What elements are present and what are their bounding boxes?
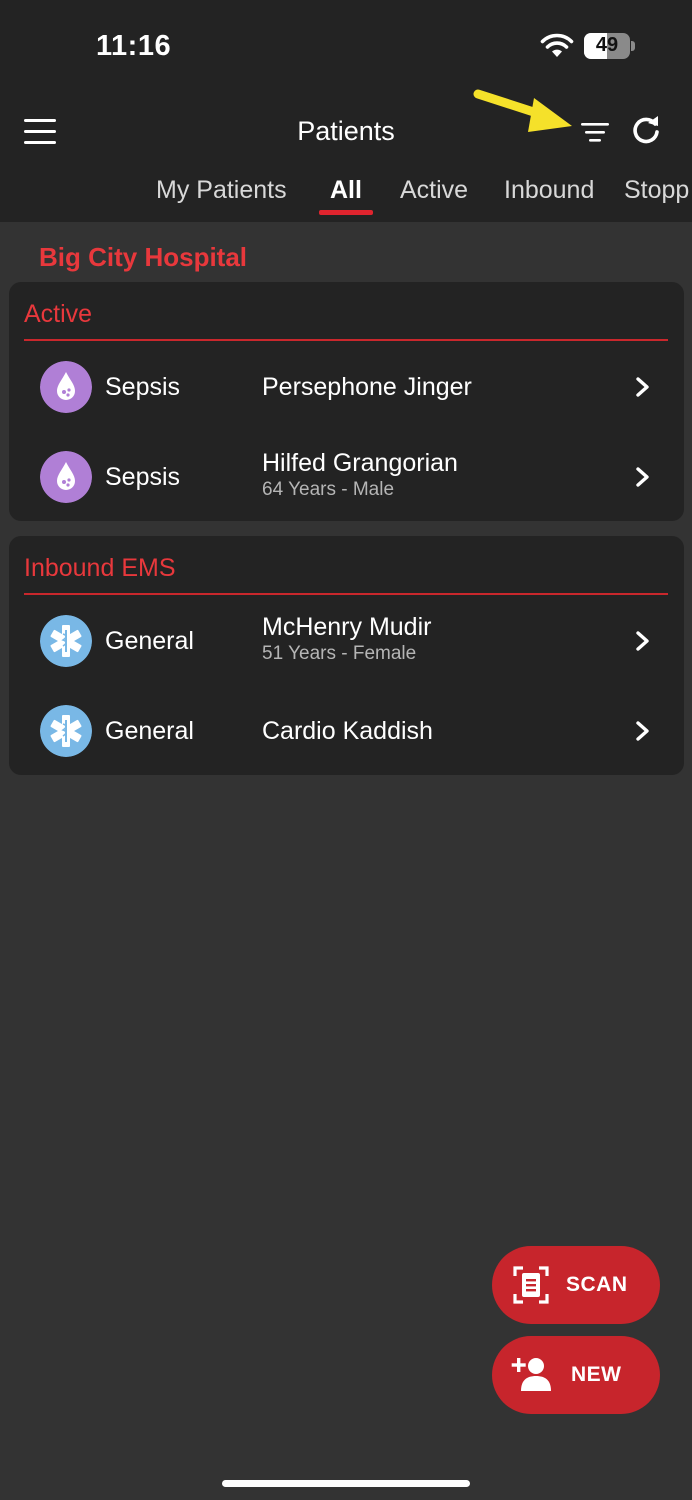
battery-icon: 49 [584,33,630,59]
patient-name: Hilfed Grangorian [262,449,458,477]
blood-drop-icon [40,451,92,503]
group-title: Active [24,300,93,328]
patient-type: General [105,627,194,655]
top-bar: 11:16 49 Patients My Patients All Active… [0,0,692,222]
tab-bar: My Patients All Active Inbound Stopp [0,170,692,222]
chevron-right-icon [636,377,649,397]
new-button-label: NEW [571,1363,622,1386]
patient-details: 51 Years - Female [262,643,417,664]
patient-group-active: Active Sepsis Persephone Jinger Sepsis H… [9,282,684,521]
selected-tab-indicator [319,210,373,215]
tab-all[interactable]: All [330,176,362,205]
scan-button[interactable]: SCAN [492,1246,660,1324]
patient-group-inbound-ems: Inbound EMS General McHenry Mudir 51 Yea… [9,536,684,775]
refresh-icon[interactable] [630,114,662,146]
star-of-life-icon [40,705,92,757]
tab-inbound[interactable]: Inbound [504,176,594,205]
battery-level: 49 [595,34,619,56]
patient-name: McHenry Mudir [262,613,432,641]
patient-name: Persephone Jinger [262,373,472,401]
patient-type: General [105,717,194,745]
battery-cap [631,41,635,51]
scan-button-label: SCAN [566,1273,628,1296]
star-of-life-icon [40,615,92,667]
tab-stopped[interactable]: Stopp [624,176,689,205]
add-user-icon [511,1358,551,1391]
status-time: 11:16 [96,30,172,62]
tab-my-patients[interactable]: My Patients [156,176,287,205]
chevron-right-icon [636,631,649,651]
group-divider [24,593,668,595]
patient-row[interactable]: Sepsis Hilfed Grangorian 64 Years - Male [9,433,684,523]
scan-icon [513,1266,549,1304]
filter-icon[interactable] [580,120,610,144]
chevron-right-icon [636,721,649,741]
patient-row[interactable]: Sepsis Persephone Jinger [9,343,684,433]
annotation-arrow-icon [473,89,572,132]
patient-name: Cardio Kaddish [262,717,433,745]
hospital-name: Big City Hospital [39,242,248,272]
patient-row[interactable]: General McHenry Mudir 51 Years - Female [9,597,684,687]
group-divider [24,339,668,341]
new-patient-button[interactable]: NEW [492,1336,660,1414]
patient-details: 64 Years - Male [262,479,395,500]
group-title: Inbound EMS [24,554,176,582]
patient-row[interactable]: General Cardio Kaddish [9,687,684,777]
wifi-icon [540,33,574,57]
patient-type: Sepsis [105,373,181,401]
chevron-right-icon [636,467,649,487]
patient-type: Sepsis [105,463,181,491]
home-indicator[interactable] [222,1480,470,1487]
tab-active[interactable]: Active [400,176,468,205]
blood-drop-icon [40,361,92,413]
